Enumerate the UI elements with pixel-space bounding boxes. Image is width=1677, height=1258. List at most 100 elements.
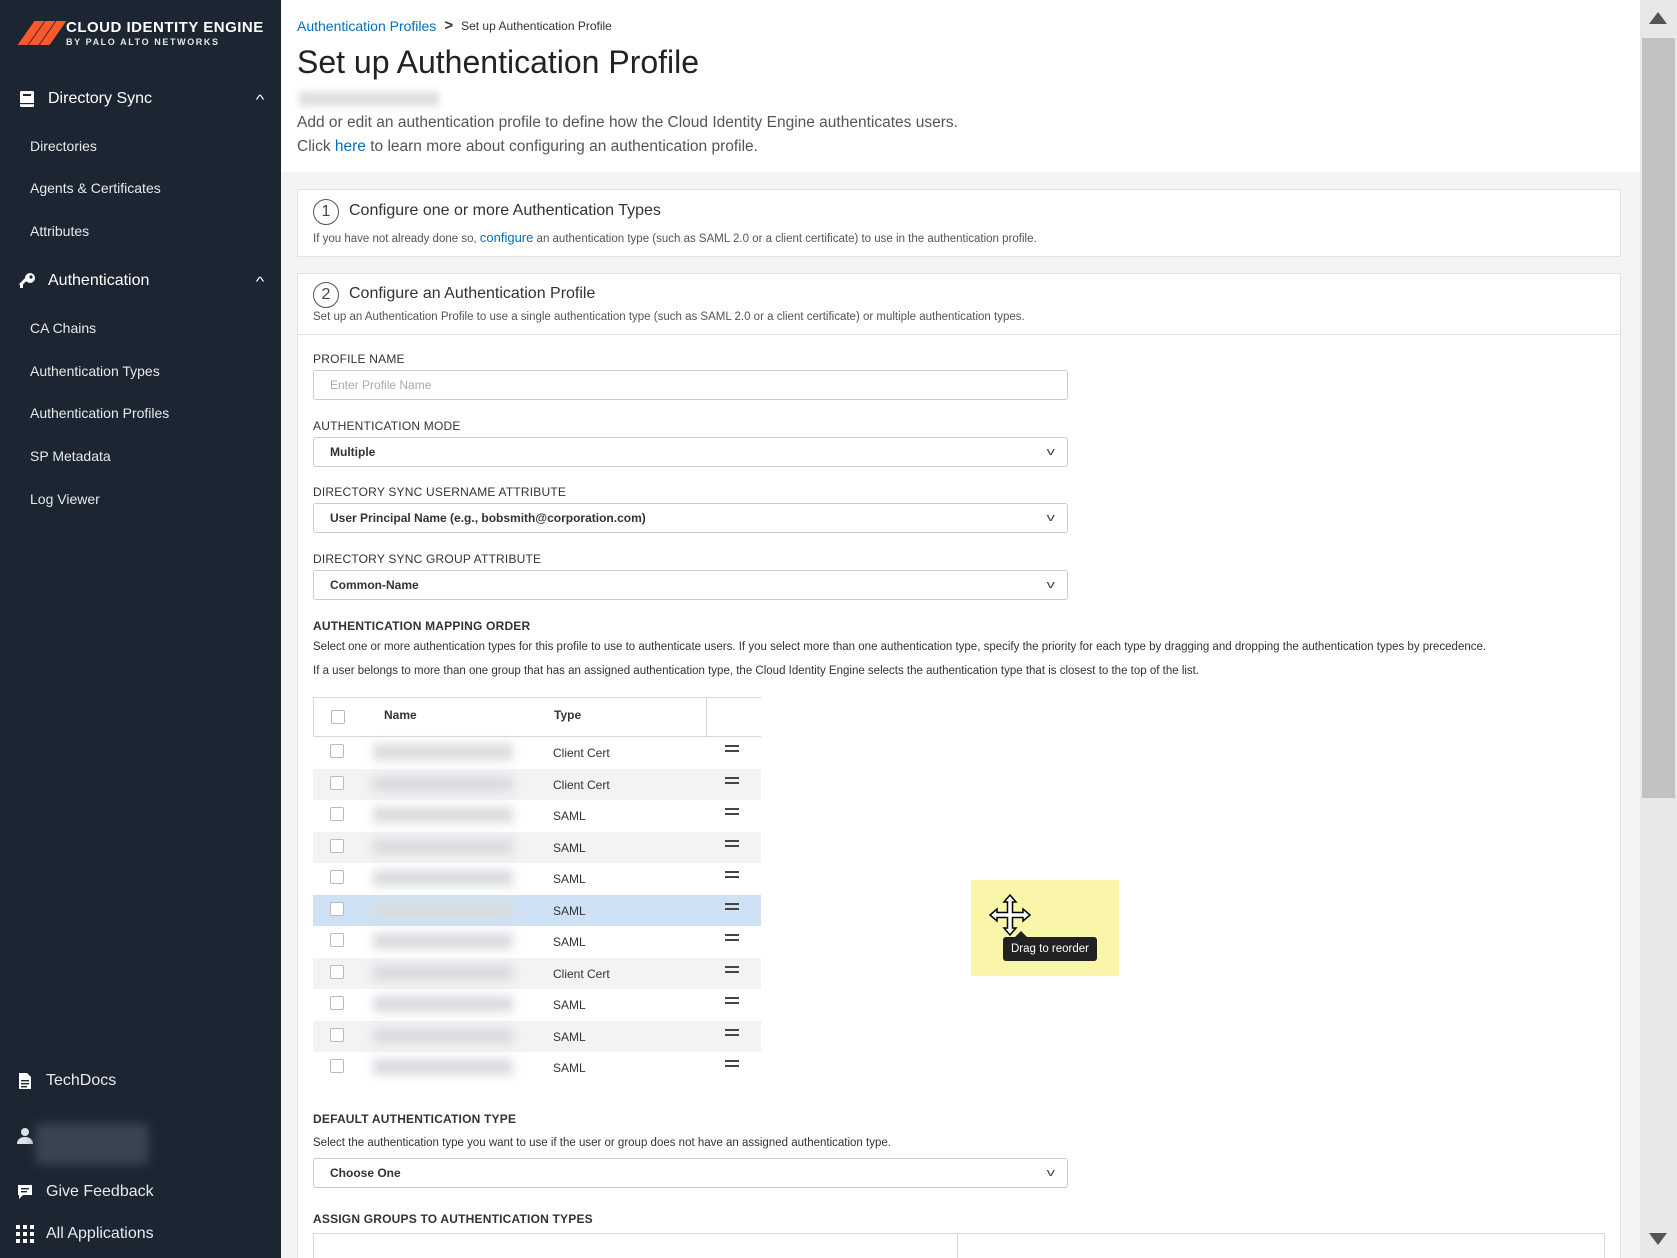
sidebar-give-feedback[interactable]: Give Feedback [16,1183,154,1201]
row-type: Client Cert [553,746,610,760]
table-row[interactable]: Client Cert [313,957,761,989]
row-checkbox[interactable] [330,775,344,790]
assign-groups-label: ASSIGN GROUPS TO AUTHENTICATION TYPES [313,1212,593,1226]
table-row[interactable]: SAML [313,989,761,1021]
drag-tooltip: Drag to reorder [1003,931,1097,961]
sidebar-item-ca-chains[interactable]: CA Chains [30,320,96,336]
row-checkbox[interactable] [330,1059,344,1073]
row-name-redacted [373,1027,513,1044]
palo-alto-logo-icon [17,18,67,48]
auth-mode-select[interactable]: Multiple v [313,437,1068,467]
table-row[interactable]: SAML [313,1020,761,1052]
step1-description: If you have not already done so, configu… [313,230,1037,245]
feedback-icon [16,1183,34,1201]
all-applications-label: All Applications [46,1225,154,1242]
drag-handle-icon[interactable] [725,745,739,755]
chevron-down-icon: v [1046,512,1055,524]
group-attr-select[interactable]: Common-Name v [313,570,1068,600]
profile-name-input[interactable] [330,378,1067,392]
sidebar-item-sp-metadata[interactable]: SP Metadata [30,448,111,464]
breadcrumb-authentication-profiles[interactable]: Authentication Profiles [297,18,436,34]
row-name-redacted [373,933,513,949]
row-type: Client Cert [553,966,610,981]
table-row-selected[interactable]: SAML [313,894,761,926]
row-name-redacted [373,901,513,918]
scroll-up-arrow-icon[interactable] [1649,12,1667,24]
row-checkbox[interactable] [330,901,344,916]
step1-number: 1 [313,199,339,225]
configure-link[interactable]: configure [480,230,533,245]
row-name-redacted [373,870,513,886]
row-type: SAML [553,1029,586,1044]
drag-handle-icon[interactable] [725,839,739,850]
scrollbar-thumb[interactable] [1642,38,1675,798]
book-icon [18,90,36,108]
nav-directory-sync[interactable]: Directory Sync ^ [18,90,264,108]
row-checkbox[interactable] [330,1027,344,1042]
row-checkbox[interactable] [330,964,344,979]
username-attr-label: DIRECTORY SYNC USERNAME ATTRIBUTE [313,485,567,499]
row-name-redacted [373,807,513,823]
drag-handle-icon[interactable] [725,808,739,818]
row-checkbox[interactable] [330,807,344,821]
drag-handle-icon[interactable] [725,934,739,944]
sidebar-item-directories[interactable]: Directories [30,138,97,154]
default-type-select[interactable]: Choose One v [313,1158,1068,1188]
sidebar-item-authentication-types[interactable]: Authentication Types [30,363,160,379]
mapping-table: Name Type Client Cert Client Cert SAML S… [313,697,761,1084]
document-icon [16,1072,34,1090]
drag-handle-icon[interactable] [725,997,739,1007]
row-checkbox[interactable] [330,933,344,947]
column-divider [706,698,707,738]
default-type-value: Choose One [330,1166,401,1180]
vertical-scrollbar[interactable] [1640,0,1677,1258]
default-type-help: Select the authentication type you want … [313,1137,891,1149]
chevron-down-icon: v [1046,579,1055,591]
profile-name-field[interactable] [313,370,1068,400]
divider [298,334,1620,335]
username-attr-select[interactable]: User Principal Name (e.g., bobsmith@corp… [313,503,1068,533]
sidebar-techdocs[interactable]: TechDocs [16,1072,116,1090]
auth-mode-label: AUTHENTICATION MODE [313,419,461,433]
row-name-redacted [373,775,513,792]
sidebar-item-authentication-profiles[interactable]: Authentication Profiles [30,405,169,421]
drag-handle-icon[interactable] [725,1028,739,1039]
table-row[interactable]: SAML [313,1052,761,1084]
username-attr-value: User Principal Name (e.g., bobsmith@corp… [330,511,646,525]
nav-authentication[interactable]: Authentication ^ [18,272,265,290]
row-name-redacted [373,964,513,981]
drag-handle-icon[interactable] [725,965,739,976]
drag-handle-icon[interactable] [725,776,739,787]
row-checkbox[interactable] [330,838,344,853]
row-checkbox[interactable] [330,996,344,1010]
sidebar-item-log-viewer[interactable]: Log Viewer [30,491,100,507]
column-name: Name [384,708,417,722]
row-type: SAML [553,809,586,823]
table-row[interactable]: Client Cert [313,768,761,800]
chevron-up-icon: ^ [255,273,265,289]
mapping-help-2: If a user belongs to more than one group… [313,665,1200,677]
brand-logo[interactable]: CLOUD IDENTITY ENGINE BY PALO ALTO NETWO… [17,18,264,48]
learn-more-link[interactable]: here [335,138,366,155]
table-row[interactable]: Client Cert [313,737,761,769]
scroll-down-arrow-icon[interactable] [1649,1233,1667,1245]
table-row[interactable]: SAML [313,800,761,832]
sidebar-item-attributes[interactable]: Attributes [30,223,89,239]
row-checkbox[interactable] [330,744,344,758]
grid-icon [16,1225,34,1243]
drag-handle-icon[interactable] [725,871,739,881]
drag-handle-icon[interactable] [725,1060,739,1070]
select-all-checkbox[interactable] [331,710,345,724]
user-name-redacted [36,1124,148,1164]
nav-directory-sync-label: Directory Sync [48,90,153,107]
drag-handle-icon[interactable] [725,902,739,913]
row-checkbox[interactable] [330,870,344,884]
table-row[interactable]: SAML [313,926,761,958]
key-icon [18,272,36,290]
sidebar-item-agents-certificates[interactable]: Agents & Certificates [30,180,161,196]
table-row[interactable]: SAML [313,831,761,863]
table-row[interactable]: SAML [313,863,761,895]
sidebar-all-applications[interactable]: All Applications [16,1225,154,1243]
row-type: SAML [553,903,586,918]
nav-authentication-label: Authentication [48,272,150,289]
